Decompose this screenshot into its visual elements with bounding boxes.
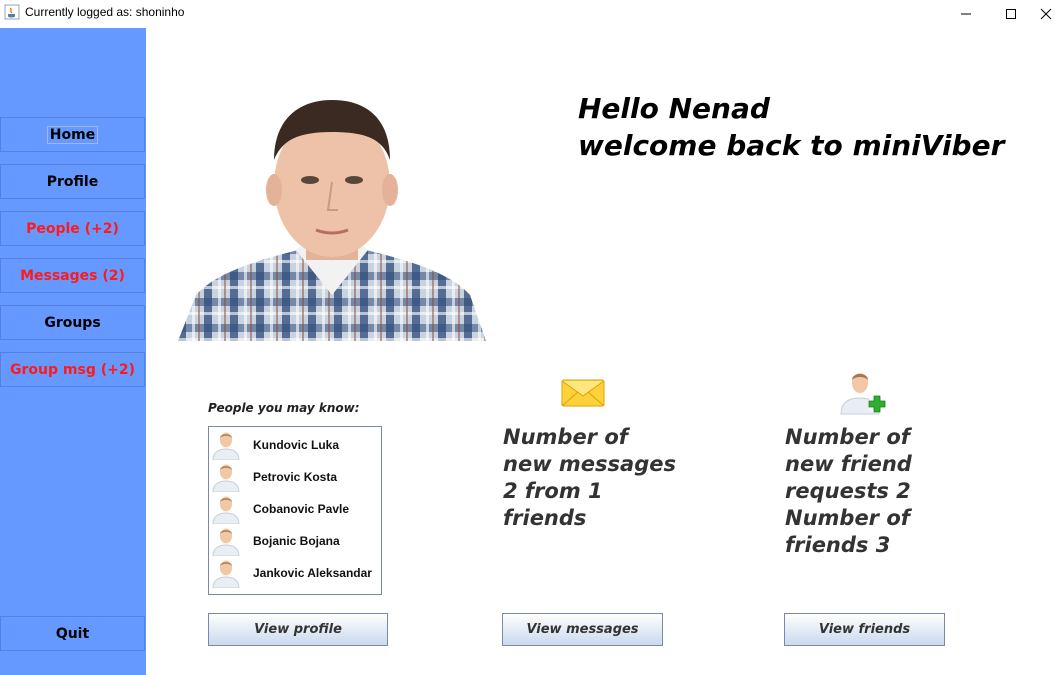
sidebar-item-label: People (+2)	[26, 220, 119, 237]
sidebar-item-people[interactable]: People (+2)	[0, 211, 145, 246]
person-name: Petrovic Kosta	[253, 470, 338, 484]
person-name: Jankovic Aleksandar	[253, 566, 372, 580]
person-avatar-icon	[212, 560, 240, 588]
person-name: Cobanovic Pavle	[253, 502, 350, 516]
greeting: Hello Nenad welcome back to miniViber	[578, 90, 1004, 164]
add-friend-icon	[840, 373, 886, 415]
java-icon	[4, 4, 20, 20]
close-button[interactable]	[1033, 0, 1059, 28]
quit-label: Quit	[55, 625, 90, 642]
maximize-icon	[1006, 9, 1016, 19]
new-messages-info: Number of new messages 2 from 1 friends	[503, 425, 676, 530]
minimize-button[interactable]	[943, 0, 989, 28]
title-bar: Currently logged as: shoninho	[0, 0, 1059, 28]
greeting-line-1: Hello Nenad	[578, 92, 770, 125]
sidebar-item-label: Profile	[46, 173, 99, 190]
quit-button[interactable]: Quit	[0, 616, 145, 651]
list-item[interactable]: Kundovic Luka	[209, 428, 381, 460]
view-profile-button[interactable]: View profile	[208, 613, 388, 646]
list-item[interactable]: Jankovic Aleksandar	[209, 556, 381, 588]
person-name: Bojanic Bojana	[253, 534, 340, 548]
view-messages-button[interactable]: View messages	[502, 613, 663, 646]
people-list[interactable]: Kundovic Luka Petrovic Kosta Cobanovic P…	[208, 426, 382, 595]
list-item[interactable]: Cobanovic Pavle	[209, 492, 381, 524]
sidebar-item-label: Messages (2)	[20, 267, 125, 284]
view-friends-button[interactable]: View friends	[784, 613, 945, 646]
list-item[interactable]: Bojanic Bojana	[209, 524, 381, 556]
list-item[interactable]: Petrovic Kosta	[209, 460, 381, 492]
user-photo	[178, 100, 486, 341]
sidebar-item-home[interactable]: Home	[0, 117, 145, 152]
minimize-icon	[961, 13, 971, 15]
sidebar-item-label: Home	[46, 125, 99, 144]
sidebar: Home Profile People (+2) Messages (2) Gr…	[0, 28, 146, 675]
close-icon	[1040, 8, 1052, 20]
greeting-line-2: welcome back to miniViber	[578, 129, 1005, 162]
sidebar-item-label: Group msg (+2)	[10, 361, 135, 378]
sidebar-item-label: Groups	[44, 314, 101, 331]
sidebar-item-profile[interactable]: Profile	[0, 164, 145, 199]
maximize-button[interactable]	[988, 0, 1034, 28]
friend-requests-info: Number of new friend requests 2 Number o…	[785, 425, 912, 557]
person-avatar-icon	[212, 432, 240, 460]
person-avatar-icon	[212, 528, 240, 556]
sidebar-item-groups[interactable]: Groups	[0, 305, 145, 340]
envelope-icon	[561, 379, 605, 407]
sidebar-item-messages[interactable]: Messages (2)	[0, 258, 145, 293]
people-you-may-know-label: People you may know:	[208, 401, 360, 415]
person-name: Kundovic Luka	[253, 438, 340, 452]
person-avatar-icon	[212, 496, 240, 524]
sidebar-item-group-msg[interactable]: Group msg (+2)	[0, 352, 145, 387]
person-avatar-icon	[212, 464, 240, 492]
window-title: Currently logged as: shoninho	[25, 5, 185, 19]
